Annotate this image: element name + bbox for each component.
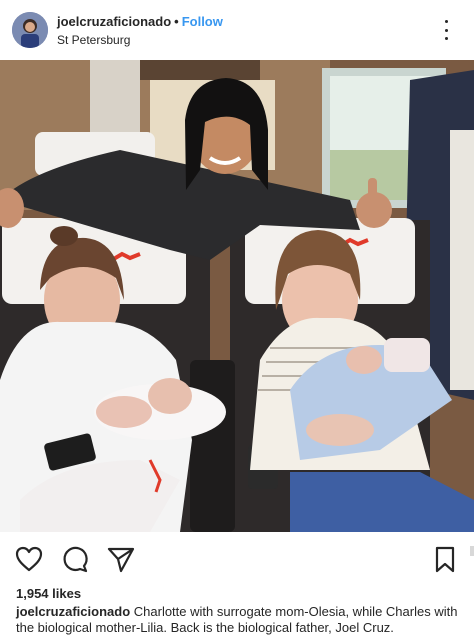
separator-dot: • — [174, 14, 179, 29]
location-link[interactable]: St Petersburg — [57, 32, 223, 48]
heart-icon[interactable] — [14, 544, 44, 574]
caption: joelcruzaficionado Charlotte with surrog… — [16, 604, 462, 636]
post-header: joelcruzaficionado • Follow St Petersburg — [0, 0, 474, 60]
header-text: joelcruzaficionado • Follow St Petersburg — [57, 14, 223, 48]
like-count[interactable]: 1,954 likes — [16, 586, 81, 601]
caption-username[interactable]: joelcruzaficionado — [16, 604, 130, 619]
follow-button[interactable]: Follow — [182, 14, 223, 29]
username[interactable]: joelcruzaficionado — [57, 14, 171, 29]
more-options-icon[interactable] — [436, 20, 456, 40]
username-line: joelcruzaficionado • Follow — [57, 14, 223, 30]
comment-icon[interactable] — [60, 544, 90, 574]
avatar[interactable] — [12, 12, 48, 48]
photo-illustration — [0, 60, 474, 532]
action-bar — [0, 540, 474, 580]
scroll-indicator[interactable] — [470, 546, 474, 556]
bookmark-icon[interactable] — [430, 544, 460, 574]
paper-plane-icon[interactable] — [106, 544, 136, 574]
post-photo[interactable] — [0, 60, 474, 532]
